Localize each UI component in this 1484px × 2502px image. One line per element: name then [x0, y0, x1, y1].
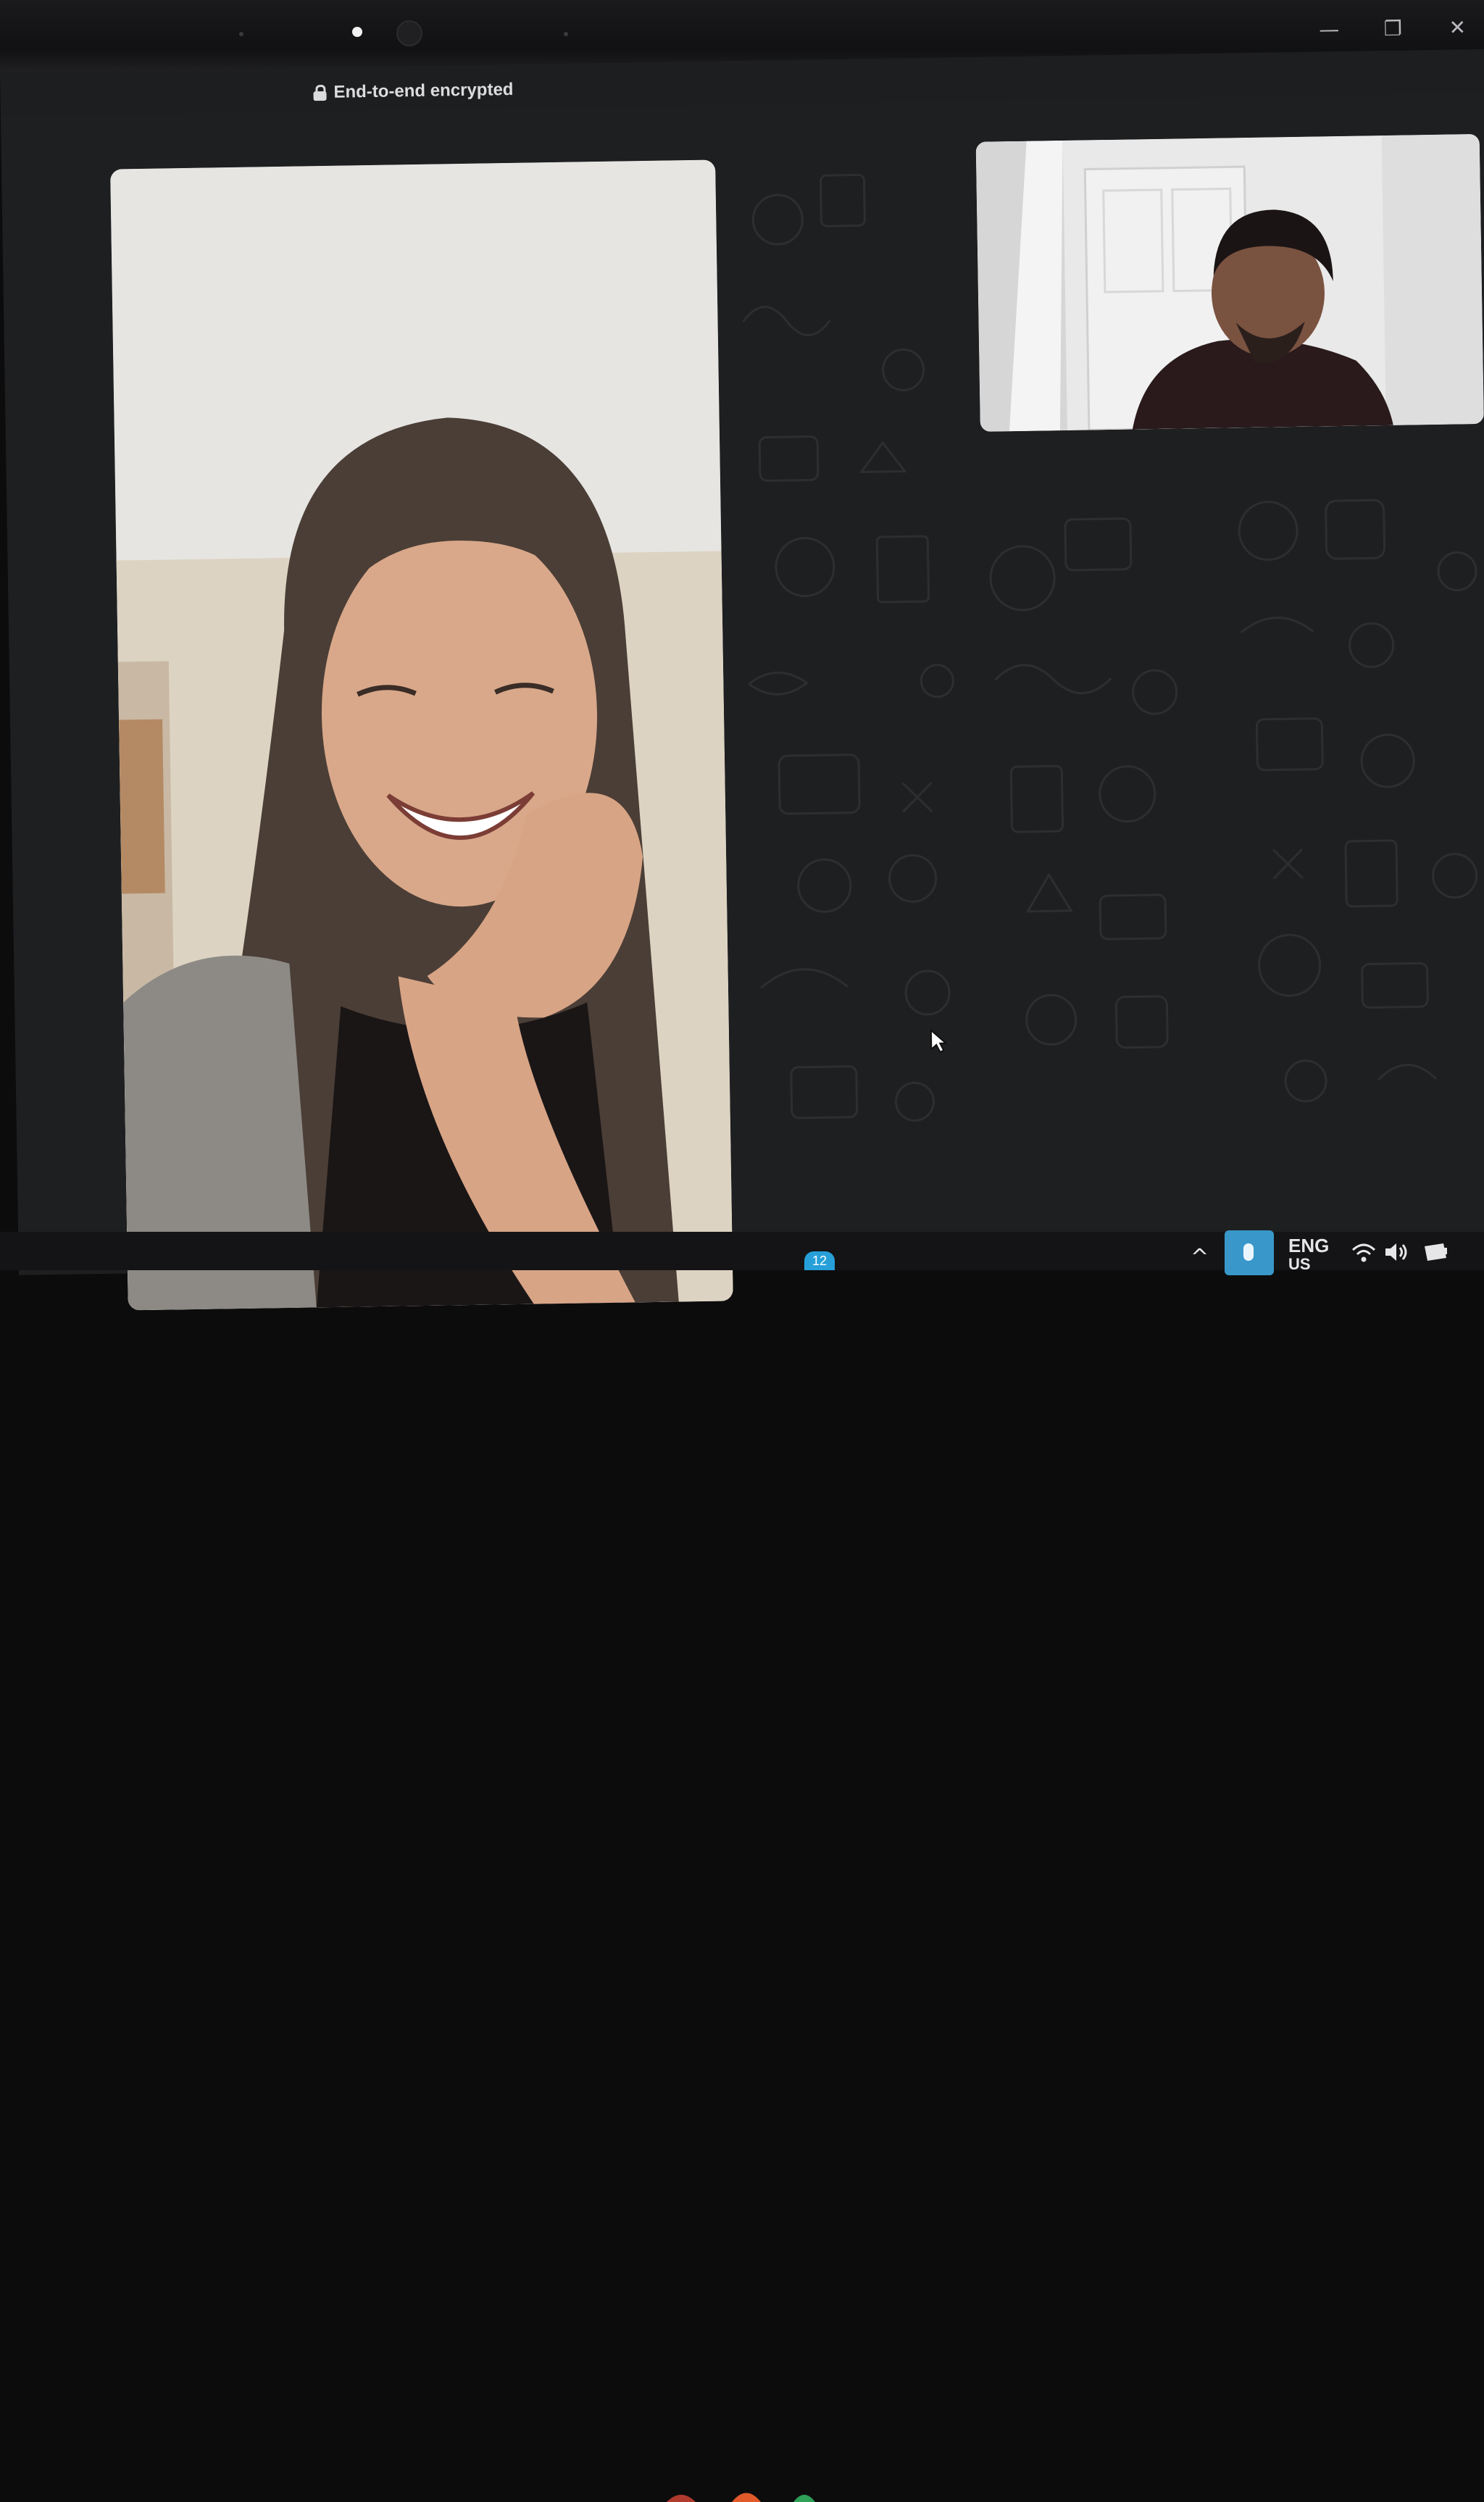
self-view-tile[interactable] — [975, 133, 1484, 432]
encryption-label: End-to-end encrypted — [333, 79, 514, 102]
call-area — [0, 92, 1484, 1311]
remote-participant-video — [110, 159, 733, 1311]
local-participant-video — [975, 133, 1484, 432]
battery-icon[interactable] — [1422, 1240, 1451, 1262]
mouse-cursor-icon — [930, 1028, 948, 1054]
main-video-tile[interactable] — [110, 159, 733, 1311]
show-hidden-icons-chevron-icon[interactable]: ^ — [1191, 1245, 1209, 1270]
video-call-window: — ❐ ✕ End-to-end encrypted — [0, 15, 1484, 1311]
language-label: ENG — [1288, 1235, 1330, 1256]
minimize-button[interactable]: — — [1307, 15, 1351, 45]
close-button[interactable]: ✕ — [1435, 13, 1480, 43]
lock-icon — [313, 84, 327, 101]
bezel-dot — [239, 32, 243, 36]
encryption-notice: End-to-end encrypted — [313, 78, 514, 105]
volume-icon[interactable] — [1384, 1240, 1410, 1264]
microphone-icon[interactable] — [1225, 1230, 1274, 1275]
bezel-dot — [564, 32, 568, 36]
language-region: US — [1288, 1255, 1311, 1273]
notification-badge: 12 — [804, 1251, 835, 1270]
language-indicator[interactable]: ENG US — [1288, 1236, 1329, 1274]
maximize-button[interactable]: ❐ — [1371, 14, 1415, 43]
taskbar-app-icons[interactable] — [667, 2484, 841, 2502]
webcam — [396, 20, 422, 46]
camera-light — [352, 27, 362, 37]
wifi-icon[interactable] — [1351, 1243, 1376, 1263]
